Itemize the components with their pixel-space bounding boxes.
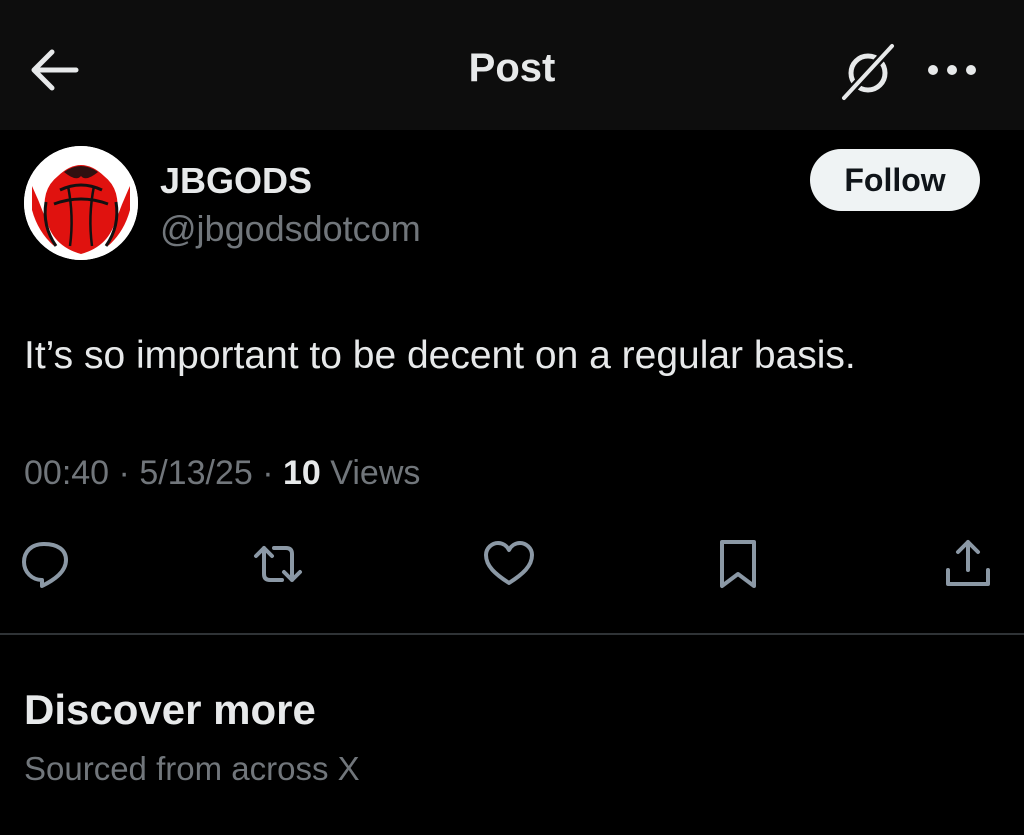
arrow-left-icon: [31, 49, 79, 91]
share-icon: [946, 540, 990, 586]
share-button[interactable]: [940, 536, 996, 592]
post-text: It’s so important to be decent on a regu…: [24, 334, 856, 377]
red-rose-avatar: [24, 146, 138, 260]
more-options-button[interactable]: [924, 52, 980, 88]
meta-separator: ·: [118, 454, 130, 492]
post-date[interactable]: 5/13/25: [139, 454, 252, 492]
repost-button[interactable]: [250, 536, 306, 592]
bookmark-icon: [720, 540, 756, 588]
top-bar: Post: [0, 0, 1024, 130]
author-display-name[interactable]: JBGODS: [160, 160, 312, 202]
views-count[interactable]: 10: [283, 454, 321, 492]
reply-bubble-icon: [22, 542, 68, 588]
divider: [0, 633, 1024, 635]
discover-more-title: Discover more: [24, 686, 316, 733]
avatar[interactable]: [24, 146, 138, 260]
back-button[interactable]: [28, 48, 80, 92]
reply-button[interactable]: [18, 536, 74, 592]
author-handle[interactable]: @jbgodsdotcom: [160, 208, 421, 250]
views-label[interactable]: Views: [330, 454, 420, 492]
post-time[interactable]: 00:40: [24, 454, 109, 492]
follow-button[interactable]: Follow: [810, 149, 980, 211]
bookmark-button[interactable]: [710, 536, 766, 592]
discover-more-subtitle: Sourced from across X: [24, 750, 360, 787]
grok-button[interactable]: [838, 41, 898, 103]
heart-icon: [484, 541, 534, 585]
meta-separator: ·: [262, 454, 274, 492]
more-horizontal-icon: [928, 65, 976, 75]
post-meta: 00:40 · 5/13/25 · 10 Views: [24, 454, 420, 493]
repost-icon: [254, 546, 302, 582]
like-button[interactable]: [481, 536, 537, 592]
grok-icon: [839, 41, 897, 103]
